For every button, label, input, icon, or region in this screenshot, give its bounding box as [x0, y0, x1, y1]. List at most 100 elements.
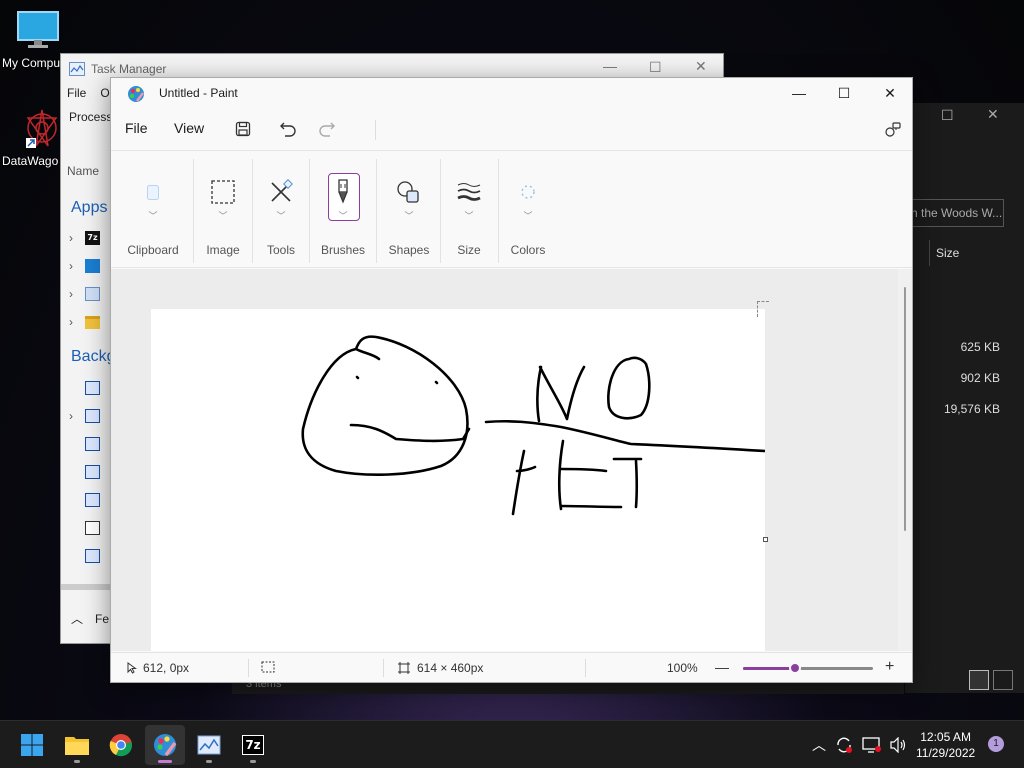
chevron-down-icon: ﹀	[464, 211, 474, 221]
ribbon-group-tools[interactable]: ﹀ Tools	[253, 151, 309, 269]
app-window-icon	[85, 493, 100, 507]
windows-icon	[21, 734, 43, 756]
paint-app-icon	[128, 86, 144, 102]
app-window-icon	[85, 409, 100, 423]
process-row[interactable]: › 7z	[69, 229, 109, 247]
drawing-canvas[interactable]	[151, 309, 765, 651]
taskbar-chrome[interactable]	[101, 725, 141, 765]
maximize-button[interactable]: ☐	[821, 80, 867, 106]
ribbon-group-shapes[interactable]: ﹀ Shapes	[379, 151, 439, 269]
7zip-icon: 7z	[242, 735, 264, 755]
process-row[interactable]	[69, 463, 109, 481]
process-row[interactable]: ›	[69, 285, 109, 303]
folder-icon	[85, 315, 100, 329]
minimize-button[interactable]: —	[603, 58, 617, 74]
active-indicator	[158, 760, 172, 763]
vertical-scrollbar[interactable]	[898, 269, 912, 651]
settings-icon[interactable]	[881, 118, 905, 140]
notification-badge[interactable]: 1	[988, 736, 1004, 752]
minimize-button[interactable]: —	[776, 80, 822, 106]
clock-date: 11/29/2022	[916, 746, 976, 760]
process-row[interactable]	[69, 379, 109, 397]
chevron-up-icon[interactable]: ︿	[808, 735, 830, 755]
menu-file[interactable]: File	[67, 86, 86, 100]
running-indicator	[250, 760, 256, 763]
taskbar-file-explorer[interactable]	[57, 725, 97, 765]
status-bar: 612, 0px 614 × 460px 100% — +	[111, 652, 912, 682]
group-apps: Apps	[71, 199, 108, 216]
ribbon-group-size[interactable]: ﹀ Size	[441, 151, 497, 269]
fewer-details-link[interactable]: Fe	[95, 612, 109, 626]
taskbar-7zip[interactable]: 7z	[233, 725, 273, 765]
sync-error-icon[interactable]	[834, 736, 854, 754]
clipboard-icon	[138, 177, 168, 207]
process-row[interactable]	[69, 519, 109, 537]
network-icon[interactable]	[862, 737, 882, 753]
task-manager-icon	[69, 62, 85, 76]
horizontal-scrollbar[interactable]	[61, 584, 111, 590]
maximize-button[interactable]: ☐	[941, 107, 954, 124]
brush-icon	[328, 177, 358, 207]
column-header-name[interactable]: Name	[67, 164, 99, 178]
ribbon-label: Tools	[266, 243, 295, 257]
ribbon-group-colors[interactable]: ﹀ Colors	[499, 151, 557, 269]
app-window-icon	[85, 381, 100, 395]
ribbon-label: Colors	[510, 243, 546, 257]
zoom-out-button[interactable]: —	[715, 659, 729, 675]
ribbon-group-clipboard[interactable]: ﹀ Clipboard	[121, 151, 185, 269]
close-button[interactable]: ✕	[695, 58, 707, 75]
volume-icon[interactable]	[890, 737, 908, 753]
ribbon-group-image[interactable]: ﹀ Image	[195, 151, 251, 269]
paint-window: Untitled - Paint — ☐ ✕ File View ﹀ Clipb…	[110, 77, 913, 683]
canvas-size-icon	[398, 662, 410, 674]
start-button[interactable]	[12, 725, 52, 765]
selection-size-icon	[261, 661, 275, 673]
process-row[interactable]: ›	[69, 257, 109, 275]
process-row[interactable]	[69, 435, 109, 453]
ribbon-label: Clipboard	[127, 243, 179, 257]
canvas-resize-handle[interactable]	[763, 537, 768, 542]
details-view-icon[interactable]	[969, 670, 989, 690]
chevron-down-icon: ﹀	[404, 211, 414, 221]
zoom-in-button[interactable]: +	[885, 658, 894, 676]
close-button[interactable]: ✕	[867, 80, 913, 106]
paint-icon	[85, 259, 100, 273]
selection-icon	[208, 177, 238, 207]
chevron-down-icon: ﹀	[338, 211, 348, 221]
save-icon[interactable]	[231, 118, 255, 140]
cursor-icon	[127, 662, 137, 674]
process-row[interactable]: ›	[69, 313, 109, 331]
zoom-slider[interactable]	[743, 662, 873, 674]
menu-file[interactable]: File	[125, 120, 148, 136]
cursor-position: 612, 0px	[143, 661, 190, 675]
shapes-icon	[394, 177, 424, 207]
undo-icon[interactable]	[276, 118, 300, 140]
taskbar-paint[interactable]	[145, 725, 185, 765]
running-indicator	[206, 760, 212, 763]
file-size: 19,576 KB	[943, 402, 1000, 416]
canvas-resize-handle[interactable]	[757, 301, 769, 317]
tiles-view-icon[interactable]	[993, 670, 1013, 690]
taskbar-task-manager[interactable]	[189, 725, 229, 765]
ribbon-group-brushes[interactable]: ﹀ Brushes	[311, 151, 375, 269]
canvas-workspace[interactable]	[111, 269, 898, 651]
process-row[interactable]	[69, 547, 109, 565]
chevron-right-icon: ›	[69, 231, 73, 245]
ribbon-label: Size	[457, 243, 481, 257]
app-window-icon	[85, 437, 100, 451]
color-loading-icon	[513, 177, 543, 207]
title-bar[interactable]: Untitled - Paint — ☐ ✕	[111, 78, 912, 108]
system-clock[interactable]: 12:05 AM 11/29/2022	[916, 729, 975, 761]
maximize-button[interactable]: ☐	[649, 59, 662, 76]
column-header-size[interactable]: Size	[929, 240, 1007, 266]
search-input[interactable]: n the Woods W...	[911, 199, 1004, 227]
menu-options[interactable]: O	[100, 86, 109, 100]
redo-icon[interactable]	[315, 118, 339, 140]
close-button[interactable]: ✕	[987, 106, 999, 123]
zoom-slider-thumb[interactable]	[789, 662, 801, 674]
7zip-icon: 7z	[85, 231, 100, 245]
chevron-right-icon: ›	[69, 409, 73, 423]
process-row[interactable]	[69, 491, 109, 509]
process-row[interactable]: ›	[69, 407, 109, 425]
menu-view[interactable]: View	[174, 120, 204, 136]
